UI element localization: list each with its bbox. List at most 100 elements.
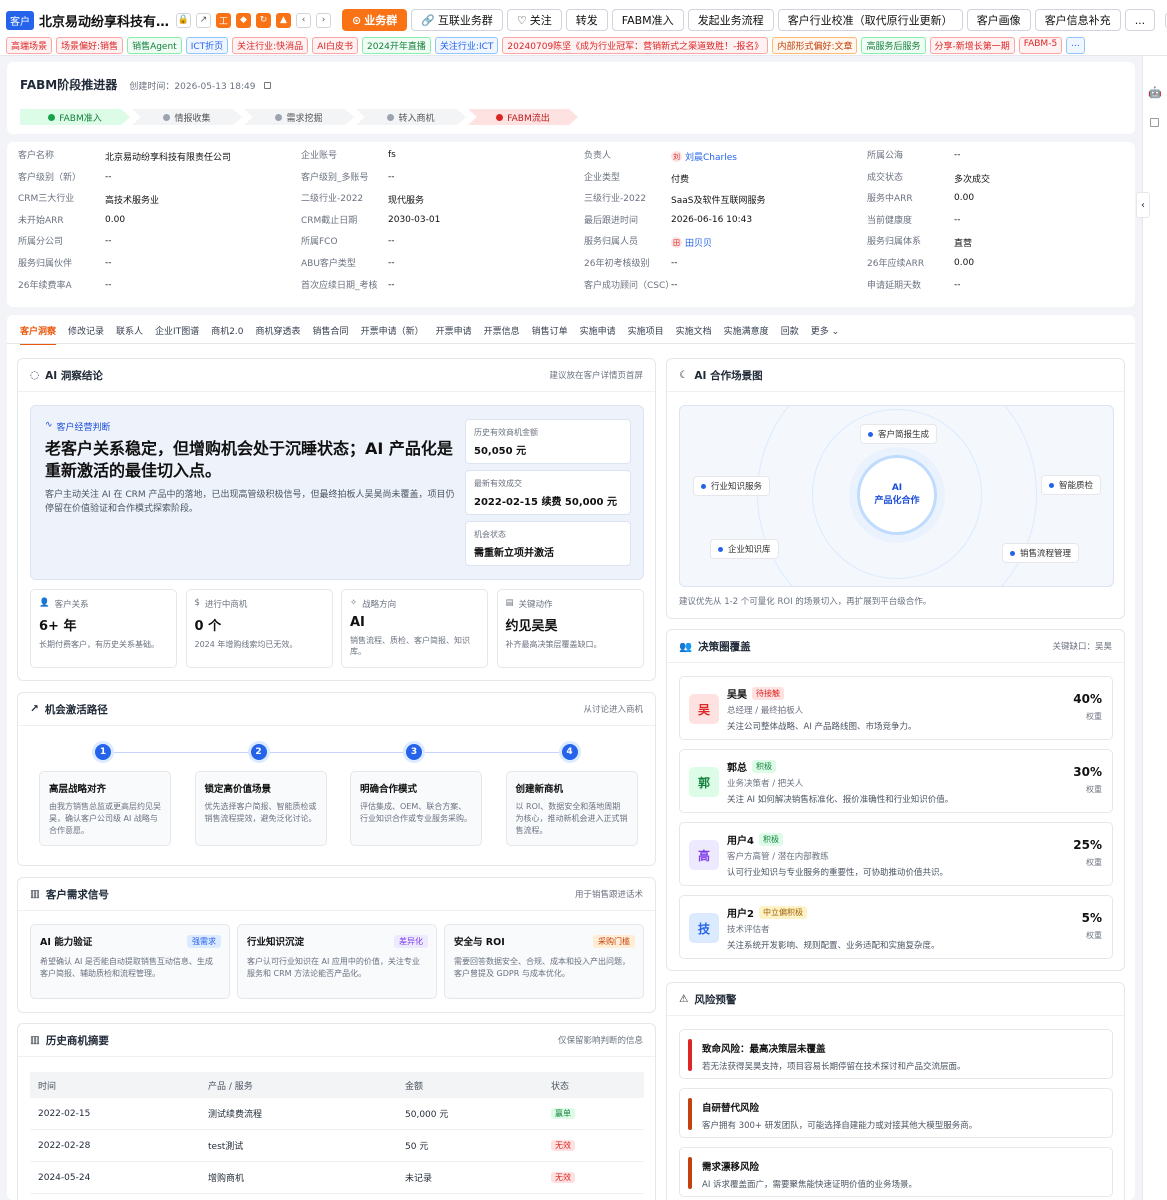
member-desc: 关注 AI 如何解决销售标准化、报价准确性和行业知识价值。 — [727, 795, 954, 805]
decision-member[interactable]: 高用户4 积极 客户方高管 / 潜在内部教练 认可行业知识与专业服务的重要性，可协助推… — [679, 822, 1113, 886]
customer-tag-item[interactable]: 20240709陈坚《成为行业冠军：营销新式之渠道致胜！-报名》 — [502, 37, 769, 54]
tab-label: 实施文档 — [675, 327, 712, 337]
customer-tag-item[interactable]: 高端场景 — [6, 37, 53, 54]
header-button[interactable]: ⊙ 业务群 — [342, 9, 408, 31]
cell-status: 赢单 — [551, 1108, 631, 1119]
decision-member[interactable]: 郭郭总 积极 业务决策者 / 把关人 关注 AI 如何解决销售标准化、报价准确性和行业… — [679, 749, 1113, 813]
header-button[interactable]: 转发 — [565, 9, 608, 31]
customer-tag-item[interactable]: 分享-新增长第一期 — [929, 37, 1015, 54]
tab-item[interactable]: 客户洞察 — [20, 324, 57, 345]
customer-tag-item[interactable]: ICT折页 — [185, 37, 229, 54]
table-row[interactable]: 2022-02-15 测试续费流程 50,000 元 赢单 — [30, 1098, 644, 1130]
header-button[interactable]: ... — [1124, 9, 1156, 31]
external-link-icon[interactable]: ↗ — [196, 12, 211, 28]
customer-tag-item[interactable]: 内部形式偏好:文章 — [772, 37, 858, 54]
metric-label: 最新有效成交 — [474, 479, 522, 488]
decision-member[interactable]: 技用户2 中立偏积极 技术评估者 关注系统开发影响、规则配置、业务适配和实施复杂度。 5… — [679, 895, 1113, 959]
header-button[interactable]: FABM准入 — [611, 9, 684, 31]
tab-item[interactable]: 实施满意度 — [724, 324, 769, 345]
info-field: 成交状态 多次成交 — [856, 172, 1139, 194]
shape-icon[interactable]: ◆ — [236, 12, 251, 28]
field-label: 首次应续日期_考核 — [301, 280, 378, 291]
header-button[interactable]: 🔗 互联业务群 — [411, 9, 503, 31]
field-value-text: -- — [388, 279, 395, 290]
tab-item[interactable]: 开票信息 — [484, 324, 520, 345]
field-value: -- — [954, 150, 961, 160]
decision-member[interactable]: 吴吴昊 待接触 总经理 / 最终拍板人 关注公司整体战略、AI 产品路线图、市场竞争力… — [679, 676, 1113, 740]
field-value: -- — [388, 236, 395, 246]
next-icon[interactable]: › — [316, 12, 331, 28]
scene-node[interactable]: 客户简报生成 — [860, 424, 938, 444]
tab-item[interactable]: 实施申请 — [580, 324, 616, 345]
path-step-number: 2 — [247, 741, 270, 763]
field-value: -- — [954, 280, 961, 290]
scene-node[interactable]: 智能质检 — [1041, 475, 1102, 495]
status-badge: 赢单 — [551, 1108, 575, 1119]
scene-node[interactable]: 企业知识库 — [710, 539, 779, 559]
customer-tag-item[interactable]: AI白皮书 — [312, 37, 358, 54]
tab-item[interactable]: 商机2.0 — [211, 324, 243, 345]
info-field: 所属FCO -- — [290, 236, 573, 258]
header-button[interactable]: 客户画像 — [966, 9, 1031, 31]
customer-tag-item[interactable]: 关注行业:快消品 — [232, 37, 309, 54]
scene-node[interactable]: 销售流程管理 — [1002, 543, 1080, 563]
field-value-text: -- — [105, 279, 112, 290]
button-label: ... — [1134, 13, 1146, 27]
column-header: 产品 / 服务 — [208, 1081, 253, 1092]
refresh-icon[interactable]: ↻ — [256, 12, 271, 28]
field-label: 26年初考核级别 — [584, 258, 650, 269]
stage-step[interactable]: FABM流出 — [468, 109, 578, 125]
warning-icon[interactable]: ▲ — [276, 12, 291, 28]
tab-label: 开票申请 — [435, 327, 472, 337]
stage-step[interactable]: 需求挖掘 — [244, 109, 354, 125]
header-button[interactable]: 客户行业校准（取代原行业更新） — [777, 9, 963, 31]
tab-item[interactable]: 更多 ⌄ — [811, 324, 839, 345]
header-button[interactable]: ♡ 关注 — [506, 9, 562, 31]
tab-item[interactable]: 实施项目 — [628, 324, 664, 345]
tab-item[interactable]: 销售合同 — [313, 324, 349, 345]
path-step-desc: 优先选择客户简报、智能质检或销售流程提效，避免泛化讨论。 — [204, 802, 317, 823]
customer-tag-item[interactable]: 2024开年直播 — [362, 37, 431, 54]
stage-step[interactable]: 转入商机 — [356, 109, 466, 125]
avatar: 刘 — [671, 151, 682, 162]
tab-item[interactable]: 回款 — [781, 324, 799, 345]
info-field: 首次应续日期_考核 -- — [290, 280, 573, 302]
tab-item[interactable]: 企业IT图谱 — [155, 324, 199, 345]
tab-item[interactable]: 商机穿透表 — [256, 324, 301, 345]
customer-tag-item[interactable]: 场景偏好:销售 — [56, 37, 124, 54]
header-button[interactable]: 客户信息补充 — [1034, 9, 1121, 31]
customer-tag-item[interactable]: 销售Agent — [127, 37, 182, 54]
member-weight: 30% — [1073, 765, 1102, 779]
org-icon[interactable]: 工 — [216, 12, 231, 28]
lock-icon[interactable]: 🔒 — [176, 12, 191, 28]
tab-item[interactable]: 修改记录 — [68, 324, 104, 345]
tab-item[interactable]: 实施文档 — [676, 324, 712, 345]
decision-title: 决策圈覆盖 — [698, 640, 751, 653]
tab-item[interactable]: 联系人 — [116, 324, 143, 345]
table-row[interactable]: 2024-05-24 增购商机 未记录 无效 — [30, 1162, 644, 1194]
customer-tag-item[interactable]: ... — [1066, 37, 1085, 54]
robot-icon[interactable]: 🤖 — [1148, 86, 1162, 99]
header-button[interactable]: 发起业务流程 — [687, 9, 774, 31]
customer-tag-item[interactable]: 高服务后服务 — [861, 37, 926, 54]
customer-tag-item[interactable]: FABM-5 — [1018, 37, 1063, 54]
stage-step[interactable]: FABM准入 — [20, 109, 130, 125]
field-label: 未开始ARR — [18, 215, 64, 226]
table-row[interactable]: 2022-02-28 test測试 50 元 无效 — [30, 1130, 644, 1162]
customer-tag-item[interactable]: 关注行业:ICT — [434, 37, 499, 54]
cell-date: 2024-05-24 — [38, 1172, 91, 1183]
field-value-text: SaaS及软件互联网服务 — [671, 196, 766, 207]
field-value: 0.00 — [105, 215, 125, 225]
stage-step-label: 转入商机 — [398, 113, 435, 124]
tab-item[interactable]: 销售订单 — [532, 324, 568, 345]
panel-icon[interactable] — [1150, 118, 1159, 127]
scene-map: AI 产品化合作 客户简报生成 智能质检 销售流程管理 企业知识库 行业知识服务 — [679, 405, 1114, 587]
field-value[interactable]: 刘刘晨Charles — [671, 150, 737, 163]
scene-node[interactable]: 行业知识服务 — [693, 476, 771, 496]
tab-item[interactable]: 开票申请 — [436, 324, 472, 345]
copy-icon[interactable] — [263, 82, 271, 89]
tab-item[interactable]: 开票申请（新） — [361, 324, 424, 345]
field-value[interactable]: 田田贝贝 — [671, 236, 712, 249]
prev-icon[interactable]: ‹ — [296, 12, 311, 28]
stage-step[interactable]: 情报收集 — [132, 109, 242, 125]
